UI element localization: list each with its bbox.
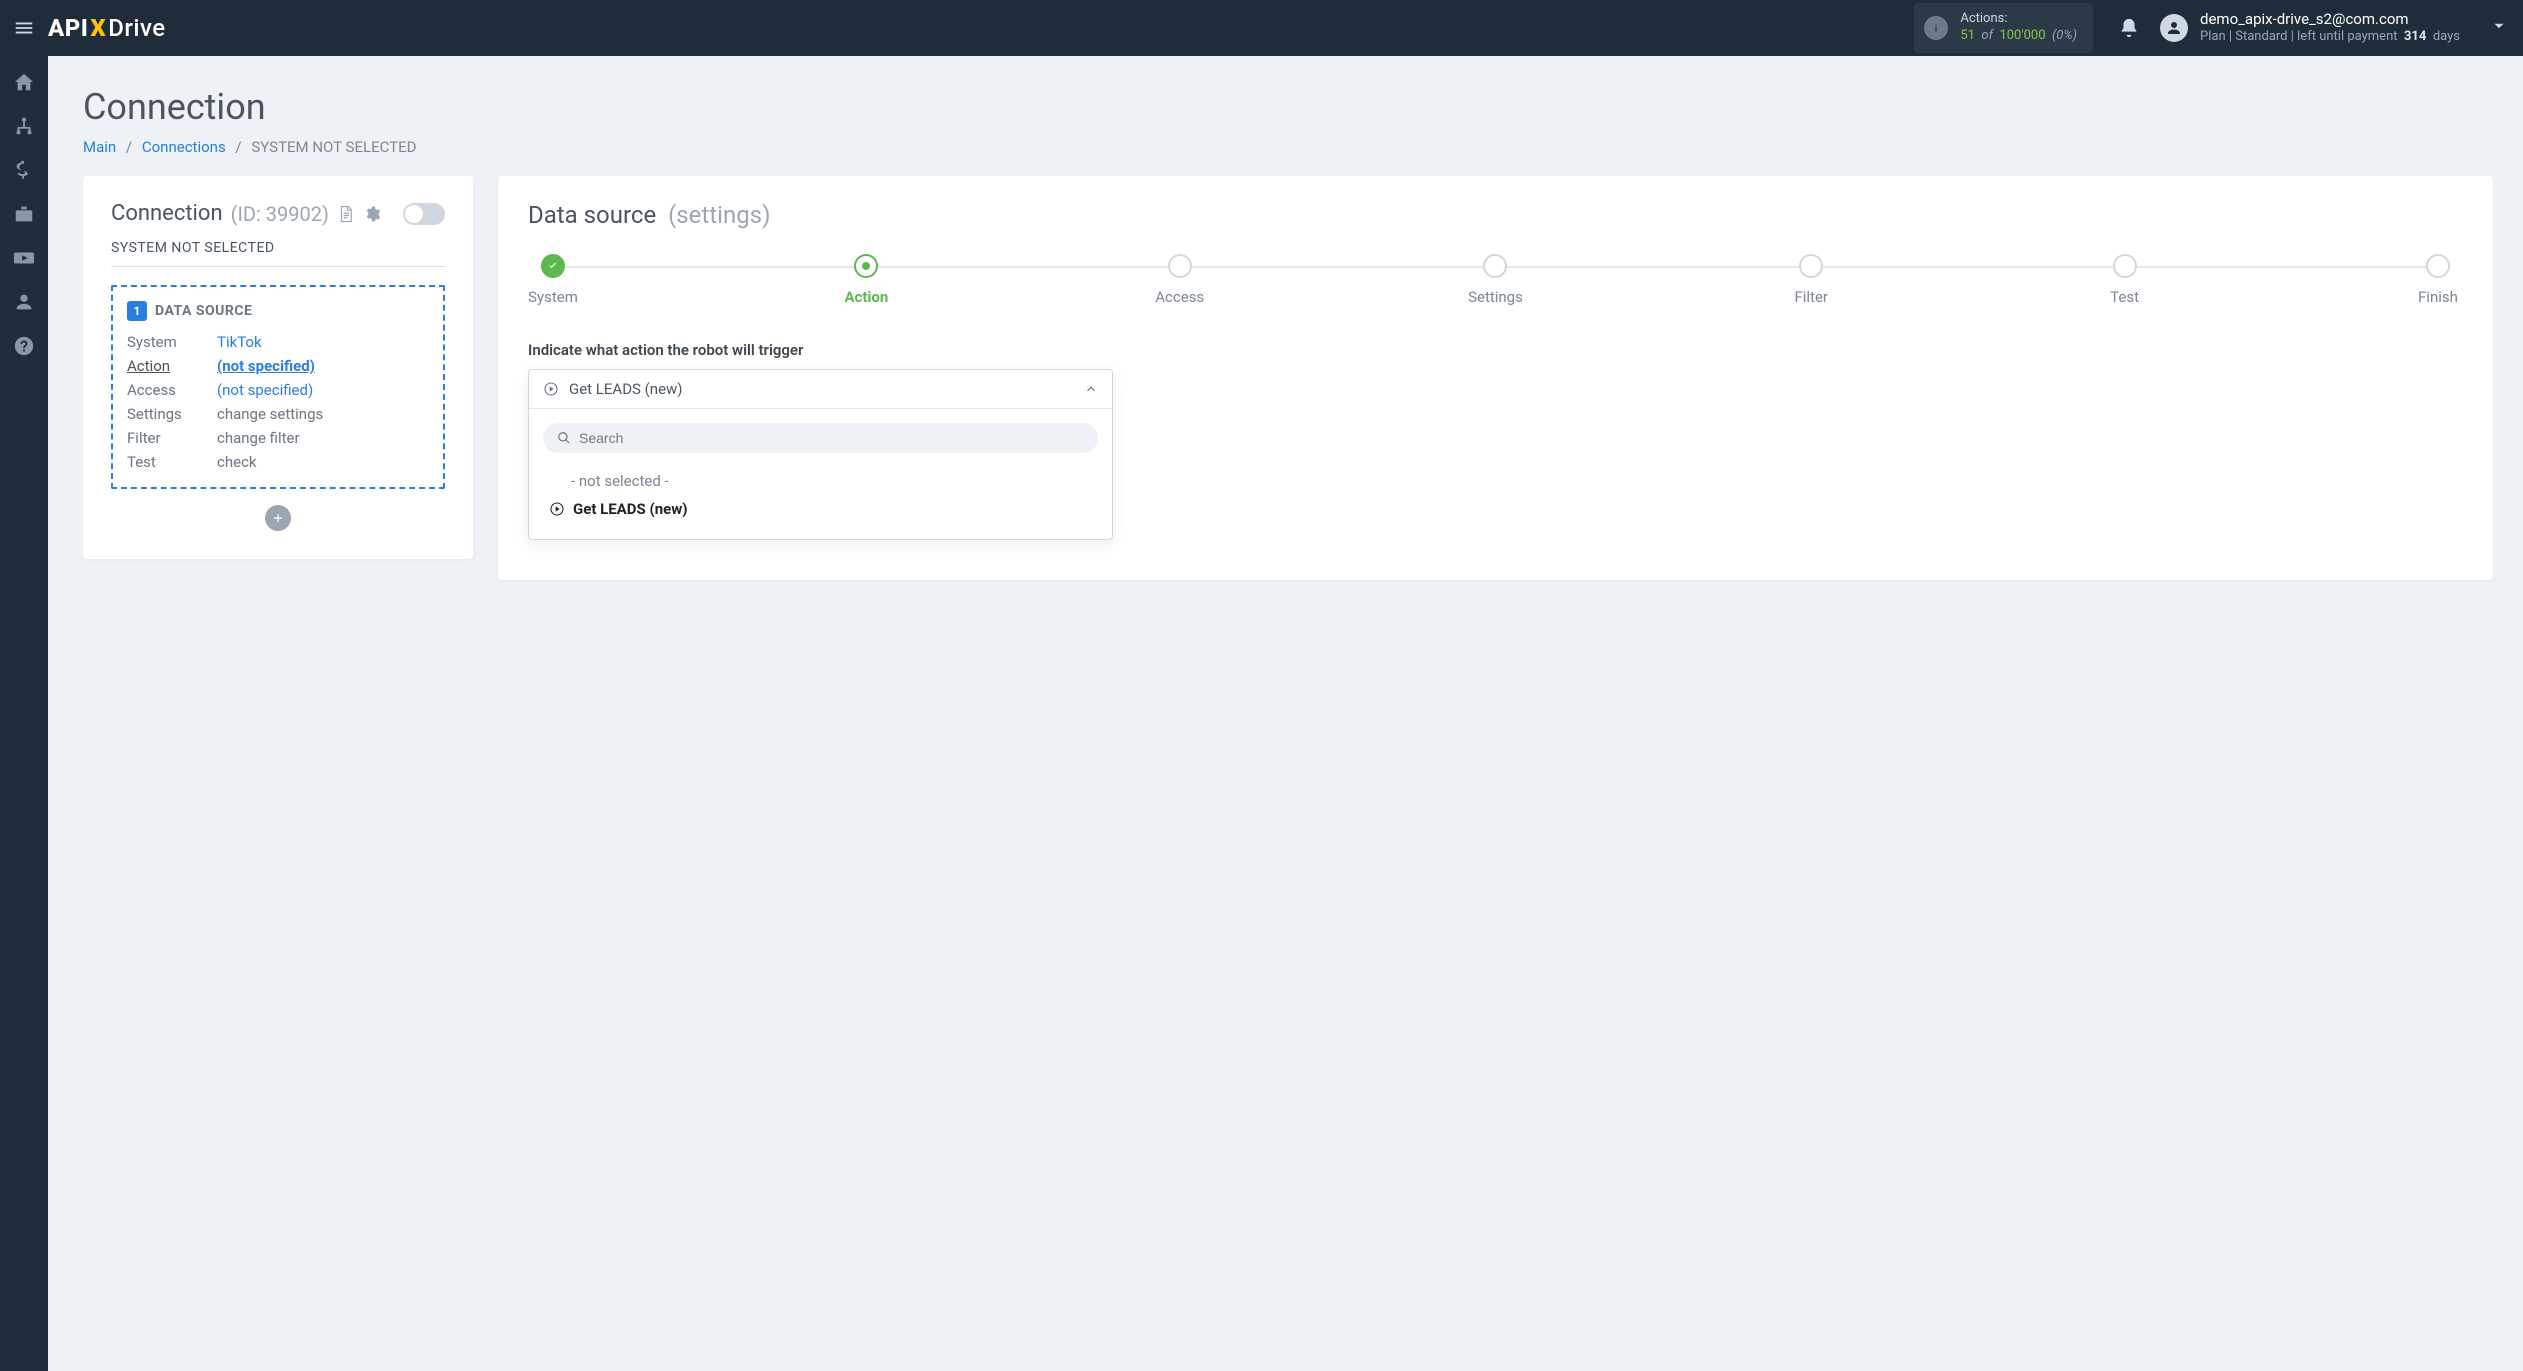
step-system[interactable]: System [528,254,578,306]
connection-id: (ID: 39902) [231,202,329,226]
data-source-settings-card: Data source (settings) System Action Acc… [498,176,2493,580]
connection-card: Connection (ID: 39902) SYSTEM NOT SELECT… [83,176,473,559]
actions-label: Actions: [1960,11,2077,28]
user-menu-chevron[interactable] [2460,17,2508,39]
sidenav [0,56,48,1371]
breadcrumb-current: SYSTEM NOT SELECTED [251,138,416,156]
action-instruction: Indicate what action the robot will trig… [528,341,2463,359]
user-icon[interactable] [13,291,35,313]
row-filter-key: Filter [127,429,217,447]
plus-icon [271,511,285,525]
breadcrumbs: Main / Connections / SYSTEM NOT SELECTED [83,138,2493,156]
topbar: API X Drive Actions: 51 of 100'000 (0%) … [0,0,2523,56]
row-action-val[interactable]: (not specified) [217,357,429,375]
action-search[interactable] [543,423,1098,453]
step-finish[interactable]: Finish [2413,254,2463,306]
page-title: Connection [83,86,2493,128]
main-content: Connection Main / Connections / SYSTEM N… [48,56,2523,1371]
row-action-key[interactable]: Action [127,357,217,375]
gear-icon[interactable] [363,205,381,223]
avatar-icon[interactable] [2160,14,2188,42]
data-source-box[interactable]: 1 DATA SOURCE System TikTok Action (not … [111,285,445,489]
step-test[interactable]: Test [2100,254,2150,306]
row-settings-key: Settings [127,405,217,423]
row-test-val[interactable]: check [217,453,429,471]
row-filter-val[interactable]: change filter [217,429,429,447]
breadcrumb-main[interactable]: Main [83,138,116,156]
user-block[interactable]: demo_apix-drive_s2@com.com Plan | Standa… [2200,10,2460,46]
step-action[interactable]: Action [841,254,891,306]
data-source-badge: 1 [127,301,147,321]
add-destination-button[interactable] [265,505,291,531]
help-icon[interactable] [13,335,35,357]
logo[interactable]: API X Drive [48,14,166,42]
actions-usage-box[interactable]: Actions: 51 of 100'000 (0%) [1914,3,2093,53]
user-plan: Plan | Standard | left until payment 314… [2200,29,2460,46]
play-circle-icon [549,501,565,517]
row-settings-val[interactable]: change settings [217,405,429,423]
chevron-up-icon [1084,382,1098,396]
user-email: demo_apix-drive_s2@com.com [2200,10,2460,30]
option-get-leads[interactable]: Get LEADS (new) [543,495,1098,523]
step-access[interactable]: Access [1155,254,1205,306]
hamburger-icon [13,17,35,39]
menu-toggle[interactable] [10,14,38,42]
right-card-title: Data source (settings) [528,201,2463,229]
row-access-val[interactable]: (not specified) [217,381,429,399]
connection-title: Connection [111,201,223,226]
action-dropdown-panel: - not selected - Get LEADS (new) [529,409,1112,539]
option-not-selected[interactable]: - not selected - [543,467,1098,495]
home-icon[interactable] [13,71,35,93]
search-icon [557,431,571,445]
check-icon [547,260,559,272]
bell-icon[interactable] [2118,17,2140,39]
connection-toggle[interactable] [403,203,445,225]
play-circle-icon [543,381,559,397]
row-access-key: Access [127,381,217,399]
youtube-icon[interactable] [13,247,35,269]
row-test-key: Test [127,453,217,471]
action-dropdown-selected[interactable]: Get LEADS (new) [529,370,1112,409]
file-icon[interactable] [337,205,355,223]
logo-x: X [90,14,106,42]
step-filter[interactable]: Filter [1786,254,1836,306]
actions-values: 51 of 100'000 (0%) [1960,28,2077,45]
row-system-val[interactable]: TikTok [217,333,429,351]
row-system-key: System [127,333,217,351]
logo-drive: Drive [108,14,165,42]
connection-subtitle: SYSTEM NOT SELECTED [111,240,445,267]
logo-api: API [48,14,88,42]
sitemap-icon[interactable] [13,115,35,137]
action-dropdown: Get LEADS (new) - not selected - Get LEA… [528,369,1113,540]
stepper: System Action Access Settings Filter Tes… [528,254,2463,306]
dollar-icon[interactable] [13,159,35,181]
step-settings[interactable]: Settings [1468,254,1523,306]
breadcrumb-connections[interactable]: Connections [142,138,226,156]
action-search-input[interactable] [579,430,1084,446]
info-icon [1924,16,1948,40]
data-source-title: DATA SOURCE [155,303,252,319]
briefcase-icon[interactable] [13,203,35,225]
